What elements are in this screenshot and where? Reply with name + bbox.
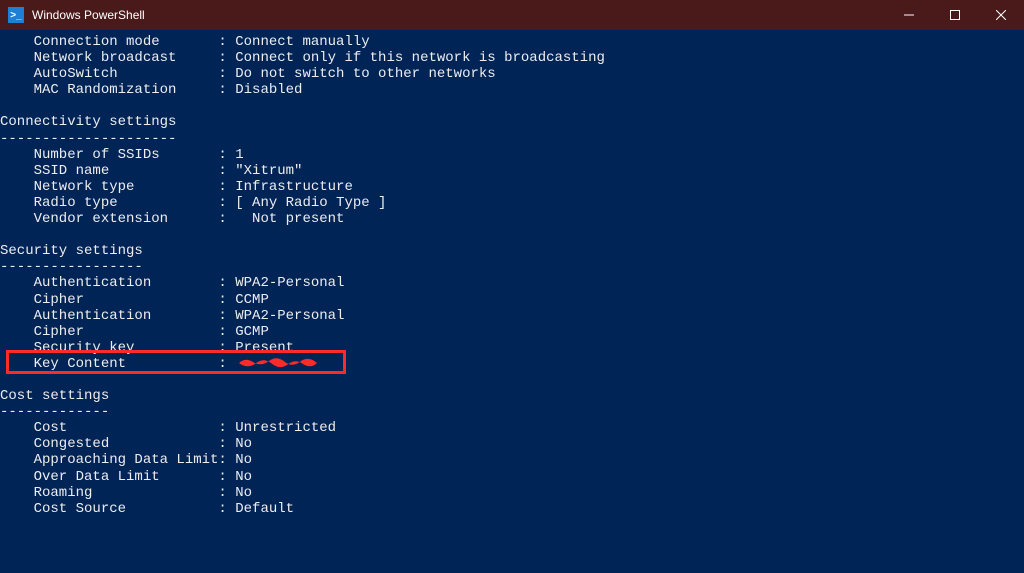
- security-row-3: Cipher : GCMP: [0, 324, 1024, 340]
- top-row-2: AutoSwitch : Do not switch to other netw…: [0, 66, 1024, 82]
- security-row-0: Authentication : WPA2-Personal: [0, 275, 1024, 291]
- top-row-3: MAC Randomization : Disabled: [0, 82, 1024, 98]
- window-controls: [886, 0, 1024, 30]
- blank-line: [0, 98, 1024, 114]
- cost-row-3: Over Data Limit : No: [0, 469, 1024, 485]
- cost-row-5: Cost Source : Default: [0, 501, 1024, 517]
- cost-row-2: Approaching Data Limit: No: [0, 452, 1024, 468]
- top-row-0: Connection mode : Connect manually: [0, 34, 1024, 50]
- window-titlebar: >_ Windows PowerShell: [0, 0, 1024, 30]
- section-cost-dashes: -------------: [0, 404, 1024, 420]
- section-connectivity-dashes: ---------------------: [0, 131, 1024, 147]
- connectivity-row-3: Radio type : [ Any Radio Type ]: [0, 195, 1024, 211]
- maximize-button[interactable]: [932, 0, 978, 30]
- security-row-1: Cipher : CCMP: [0, 292, 1024, 308]
- minimize-button[interactable]: [886, 0, 932, 30]
- connectivity-row-1: SSID name : "Xitrum": [0, 163, 1024, 179]
- security-row-4: Security key : Present: [0, 340, 1024, 356]
- connectivity-row-2: Network type : Infrastructure: [0, 179, 1024, 195]
- connectivity-row-4: Vendor extension : Not present: [0, 211, 1024, 227]
- section-security-dashes: -----------------: [0, 259, 1024, 275]
- window-title: Windows PowerShell: [32, 8, 886, 22]
- blank-line: [0, 227, 1024, 243]
- security-row-5: Key Content :: [0, 356, 1024, 372]
- close-button[interactable]: [978, 0, 1024, 30]
- cost-row-4: Roaming : No: [0, 485, 1024, 501]
- redacted-value: [237, 356, 323, 370]
- section-connectivity-title: Connectivity settings: [0, 114, 1024, 130]
- blank-line: [0, 372, 1024, 388]
- cost-row-0: Cost : Unrestricted: [0, 420, 1024, 436]
- security-row-2: Authentication : WPA2-Personal: [0, 308, 1024, 324]
- cost-row-1: Congested : No: [0, 436, 1024, 452]
- powershell-icon: >_: [8, 7, 24, 23]
- connectivity-row-0: Number of SSIDs : 1: [0, 147, 1024, 163]
- section-cost-title: Cost settings: [0, 388, 1024, 404]
- terminal-output[interactable]: Connection mode : Connect manually Netwo…: [0, 30, 1024, 517]
- section-security-title: Security settings: [0, 243, 1024, 259]
- top-row-1: Network broadcast : Connect only if this…: [0, 50, 1024, 66]
